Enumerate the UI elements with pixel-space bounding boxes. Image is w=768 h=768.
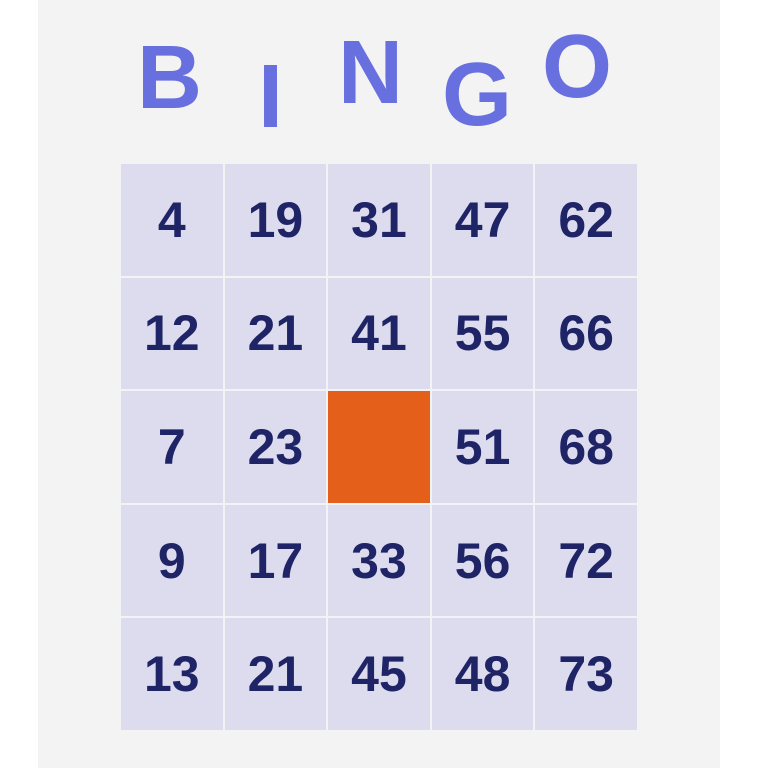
bingo-cell-r2-c5[interactable]: 66 bbox=[535, 277, 637, 390]
header-letter-g: G bbox=[442, 45, 513, 145]
header-letter-n: N bbox=[338, 23, 403, 123]
bingo-cell-r1-c1[interactable]: 4 bbox=[121, 164, 223, 276]
free-space-marked[interactable] bbox=[328, 391, 430, 503]
bingo-cell-r5-c2[interactable]: 21 bbox=[224, 618, 327, 730]
bingo-cell-r5-c5[interactable]: 73 bbox=[535, 618, 637, 730]
bingo-cell-r1-c2[interactable]: 19 bbox=[224, 164, 327, 276]
bingo-cell-r3-c5[interactable]: 68 bbox=[535, 391, 637, 503]
bingo-cell-r1-c3[interactable]: 31 bbox=[328, 164, 430, 276]
bingo-cell-r5-c3[interactable]: 45 bbox=[328, 618, 430, 730]
header-letter-i: I bbox=[258, 47, 284, 147]
bingo-grid: 4 19 31 47 62 12 21 41 55 66 7 23 51 68 … bbox=[121, 164, 637, 730]
bingo-cell-r4-c4[interactable]: 56 bbox=[431, 504, 534, 617]
bingo-cell-r4-c5[interactable]: 72 bbox=[535, 504, 637, 617]
bingo-cell-r4-c3[interactable]: 33 bbox=[328, 504, 430, 617]
bingo-cell-r5-c1[interactable]: 13 bbox=[121, 618, 223, 730]
bingo-cell-r3-c4[interactable]: 51 bbox=[431, 391, 534, 503]
bingo-cell-r4-c1[interactable]: 9 bbox=[121, 504, 223, 617]
bingo-cell-r1-c5[interactable]: 62 bbox=[535, 164, 637, 276]
bingo-cell-r3-c1[interactable]: 7 bbox=[121, 391, 223, 503]
bingo-cell-r4-c2[interactable]: 17 bbox=[224, 504, 327, 617]
bingo-cell-r2-c3[interactable]: 41 bbox=[328, 277, 430, 390]
bingo-cell-r2-c1[interactable]: 12 bbox=[121, 277, 223, 390]
bingo-cell-r2-c2[interactable]: 21 bbox=[224, 277, 327, 390]
bingo-cell-r3-c2[interactable]: 23 bbox=[224, 391, 327, 503]
bingo-cell-r2-c4[interactable]: 55 bbox=[431, 277, 534, 390]
bingo-cell-r1-c4[interactable]: 47 bbox=[431, 164, 534, 276]
bingo-cell-r5-c4[interactable]: 48 bbox=[431, 618, 534, 730]
header-letter-o: O bbox=[542, 17, 613, 117]
header-letter-b: B bbox=[137, 28, 202, 128]
